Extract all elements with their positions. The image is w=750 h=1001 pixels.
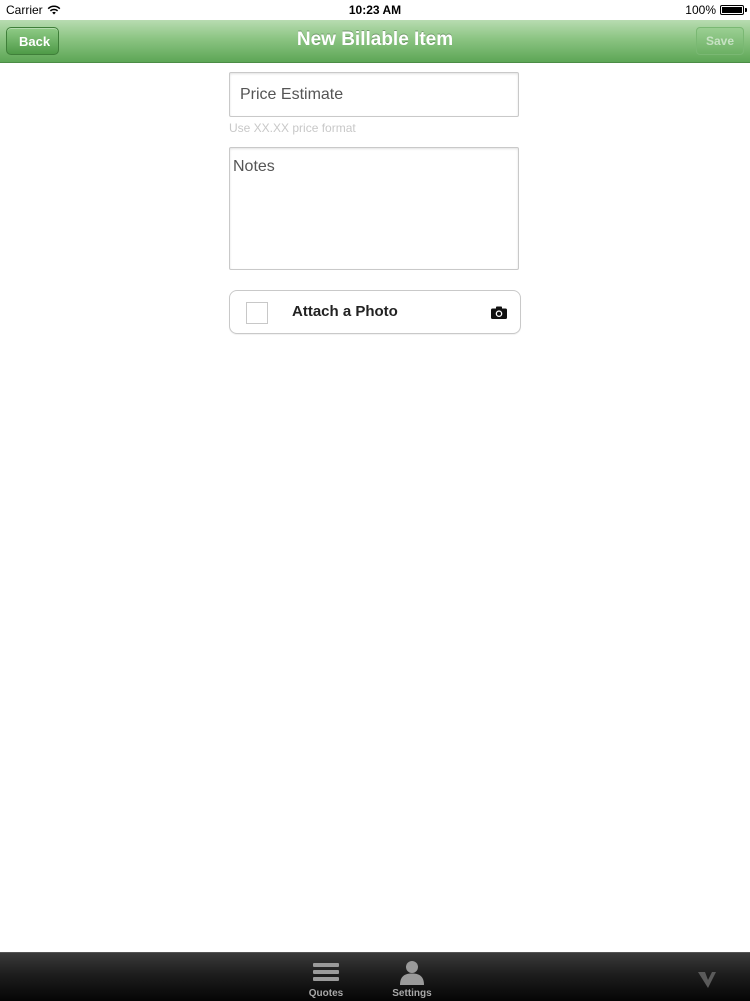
status-time: 10:23 AM	[348, 3, 402, 17]
attach-photo-row[interactable]: Attach a Photo	[229, 290, 521, 334]
person-icon	[400, 961, 424, 985]
brand-logo-icon	[698, 972, 716, 988]
save-button[interactable]: Save	[696, 27, 744, 55]
camera-icon[interactable]	[491, 306, 507, 319]
status-bar: Carrier 10:23 AM 100%	[0, 0, 750, 20]
attach-photo-checkbox[interactable]	[246, 302, 268, 324]
attach-photo-label: Attach a Photo	[292, 303, 398, 320]
tab-settings[interactable]: Settings	[377, 957, 447, 1001]
list-icon	[313, 963, 339, 981]
tab-bar: Quotes Settings	[0, 952, 750, 1001]
nav-bar: Back New Billable Item Save	[0, 20, 750, 63]
tab-quotes[interactable]: Quotes	[291, 957, 361, 1001]
tab-settings-label: Settings	[392, 988, 432, 999]
price-estimate-input[interactable]	[229, 72, 519, 117]
status-right: 100%	[685, 3, 747, 17]
tab-quotes-label: Quotes	[308, 988, 344, 999]
battery-icon	[720, 5, 747, 15]
price-format-hint: Use XX.XX price format	[229, 121, 356, 135]
page-title: New Billable Item	[296, 29, 454, 50]
notes-textarea[interactable]	[229, 147, 519, 270]
battery-percent: 100%	[685, 3, 716, 17]
